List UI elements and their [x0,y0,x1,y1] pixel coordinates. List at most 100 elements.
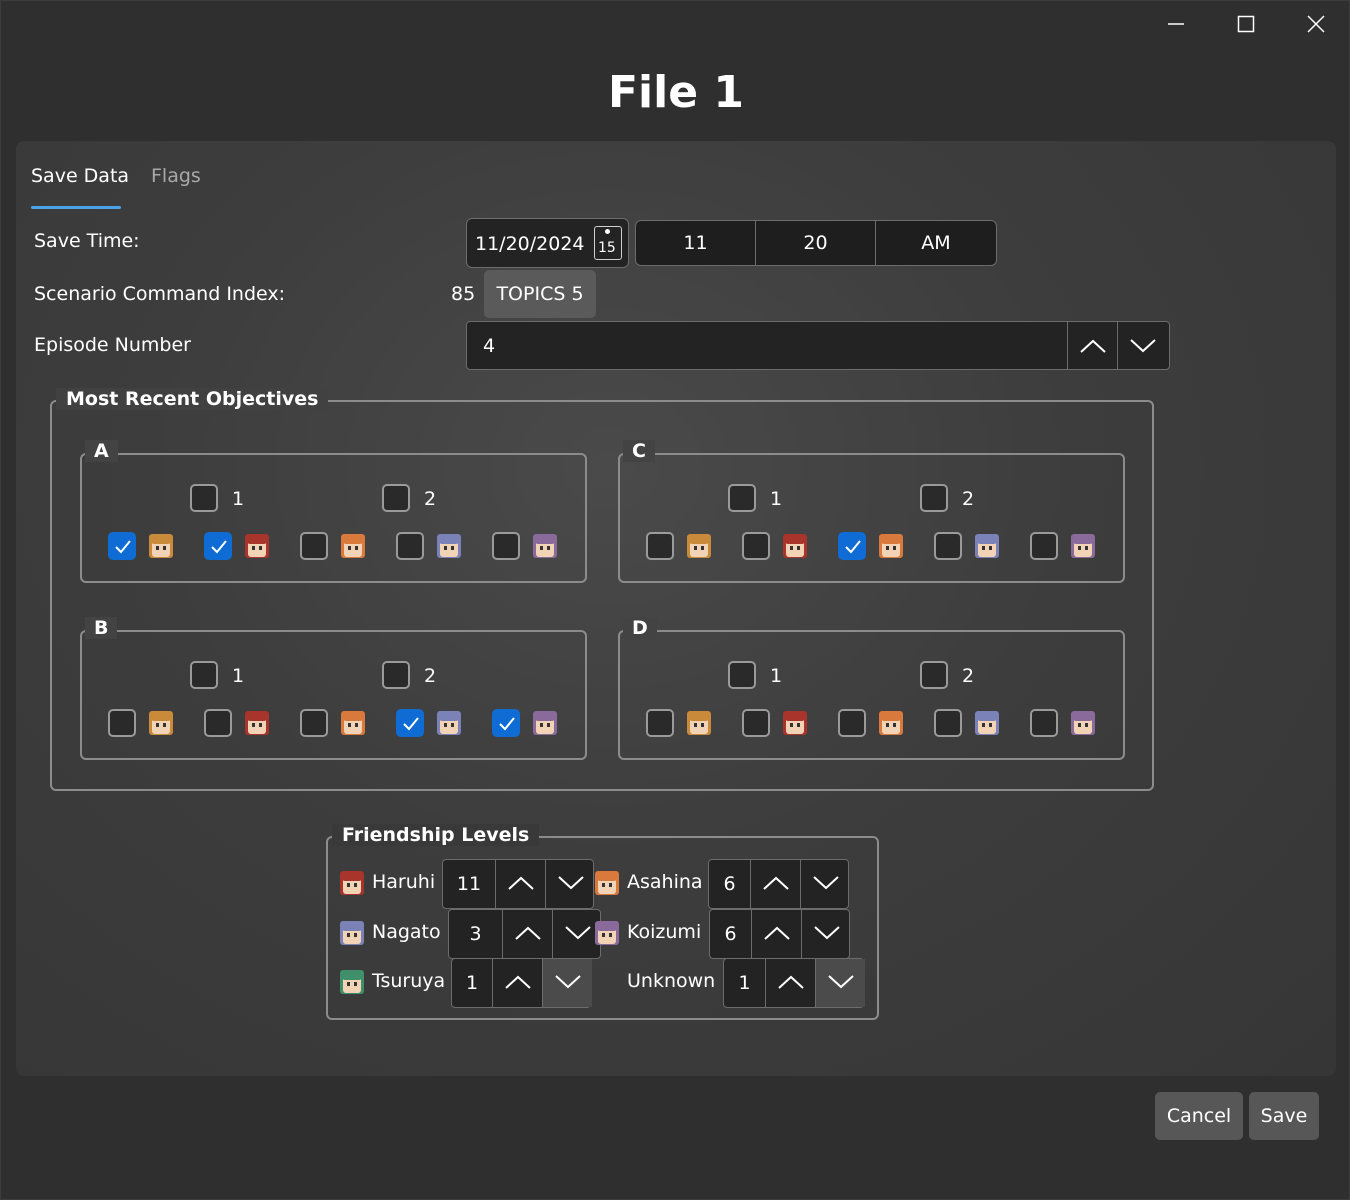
character-checkbox[interactable] [646,709,674,737]
objective-group-a [80,453,587,583]
character-checkbox[interactable] [742,709,770,737]
close-button[interactable] [1281,1,1350,47]
friend-avatar-icon [340,871,364,895]
character-checkbox[interactable] [1030,532,1058,560]
character-avatar-icon [1071,534,1095,558]
tab-save-data[interactable]: Save Data [31,165,129,187]
character-checkbox[interactable] [1030,709,1058,737]
objective-checkbox-2[interactable] [382,661,410,689]
character-checkbox[interactable] [838,532,866,560]
character-checkbox[interactable] [646,532,674,560]
tab-flags[interactable]: Flags [151,165,201,187]
maximize-button[interactable] [1211,1,1281,47]
friend-level-increment-button[interactable] [492,959,542,1007]
friend-level-stepper[interactable]: 3 [448,909,601,959]
chevron-up-icon [762,875,789,894]
objective-checkbox-label: 1 [232,488,245,510]
friend-level-decrement-button[interactable] [800,860,850,908]
character-checkbox[interactable] [396,709,424,737]
objective-checkbox-label: 1 [770,488,783,510]
character-checkbox[interactable] [108,532,136,560]
friend-level-increment-button[interactable] [495,860,545,908]
episode-increment-button[interactable] [1067,322,1117,369]
character-avatar-icon [687,711,711,735]
friend-level-increment-button[interactable] [765,959,815,1007]
date-picker[interactable]: 11/20/2024 15 [466,218,629,268]
minimize-icon [1168,23,1184,25]
chevron-up-icon [777,974,804,993]
friend-name: Tsuruya [372,970,446,992]
friend-level-increment-button[interactable] [502,910,552,958]
ampm-field[interactable]: AM [876,221,996,265]
episode-decrement-button[interactable] [1117,322,1167,369]
minimize-button[interactable] [1141,1,1211,47]
objective-group-letter: B [85,617,118,639]
cancel-button[interactable]: Cancel [1155,1092,1243,1140]
chevron-down-icon [827,974,854,993]
character-checkbox[interactable] [934,709,962,737]
objective-checkbox-2[interactable] [920,484,948,512]
character-avatar-icon [687,534,711,558]
character-checkbox[interactable] [300,709,328,737]
character-checkbox[interactable] [742,532,770,560]
character-avatar-icon [1071,711,1095,735]
calendar-day: 15 [598,240,616,256]
objective-group-letter: A [85,440,118,462]
time-picker[interactable]: 11 20 AM [635,220,997,266]
friend-level-stepper[interactable]: 6 [708,859,849,909]
character-checkbox[interactable] [204,709,232,737]
save-time-label: Save Time: [34,230,140,252]
save-button[interactable]: Save [1249,1092,1319,1140]
character-checkbox[interactable] [300,532,328,560]
friend-level-stepper[interactable]: 1 [723,958,865,1008]
window-title: File 1 [608,67,744,118]
friend-level-stepper[interactable]: 1 [451,958,592,1008]
character-avatar-icon [783,711,807,735]
hour-field[interactable]: 11 [636,221,756,265]
friend-level-stepper[interactable]: 6 [709,909,850,959]
character-avatar-icon [879,534,903,558]
objective-group-b [80,630,587,760]
character-avatar-icon [341,711,365,735]
character-checkbox[interactable] [838,709,866,737]
friend-name: Nagato [372,921,441,943]
episode-number-label: Episode Number [34,334,191,356]
character-checkbox[interactable] [396,532,424,560]
objective-checkbox-1[interactable] [190,484,218,512]
friend-level-value: 1 [738,972,751,994]
objective-checkbox-2[interactable] [382,484,410,512]
character-avatar-icon [341,534,365,558]
friend-level-decrement-button[interactable] [815,959,865,1007]
objective-checkbox-2[interactable] [920,661,948,689]
objective-checkbox-label: 2 [962,488,975,510]
character-avatar-icon [879,711,903,735]
character-checkbox[interactable] [108,709,136,737]
character-avatar-icon [437,711,461,735]
objective-checkbox-label: 1 [770,665,783,687]
friend-name: Asahina [627,871,703,893]
minute-field[interactable]: 20 [756,221,876,265]
character-avatar-icon [975,534,999,558]
episode-number-stepper[interactable]: 4 [466,321,1170,370]
close-icon [1307,15,1325,33]
friend-level-decrement-button[interactable] [542,959,592,1007]
objective-checkbox-1[interactable] [190,661,218,689]
friend-level-decrement-button[interactable] [545,860,595,908]
scenario-command-button[interactable]: TOPICS 5 [484,270,596,318]
chevron-down-icon [564,925,591,944]
objective-checkbox-1[interactable] [728,484,756,512]
maximize-icon [1237,15,1255,33]
friend-level-increment-button[interactable] [751,910,801,958]
character-checkbox[interactable] [204,532,232,560]
objective-group-letter: D [623,617,657,639]
character-checkbox[interactable] [492,709,520,737]
character-checkbox[interactable] [492,532,520,560]
friend-level-stepper[interactable]: 11 [442,859,594,909]
objective-checkbox-1[interactable] [728,661,756,689]
friend-level-increment-button[interactable] [750,860,800,908]
character-checkbox[interactable] [934,532,962,560]
calendar-icon[interactable]: 15 [594,226,622,260]
friend-level-decrement-button[interactable] [801,910,851,958]
objective-checkbox-label: 2 [424,665,437,687]
objective-checkbox-label: 2 [424,488,437,510]
